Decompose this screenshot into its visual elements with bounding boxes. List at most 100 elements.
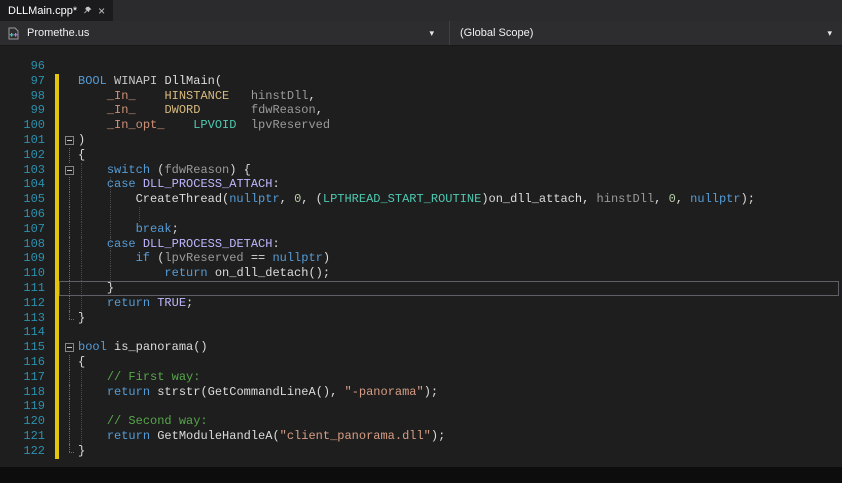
line-number[interactable]: 104 xyxy=(0,177,45,192)
code-line[interactable]: 117 // First way: xyxy=(0,369,842,385)
line-number[interactable]: 103 xyxy=(0,163,45,178)
code-token: ); xyxy=(423,384,439,399)
line-number[interactable]: 97 xyxy=(0,74,45,89)
code-token: , ( xyxy=(301,192,323,207)
line-number[interactable]: 108 xyxy=(0,237,45,252)
code-line[interactable]: 121 return GetModuleHandleA("client_pano… xyxy=(0,428,842,444)
fold-margin[interactable] xyxy=(61,163,78,178)
code-token: nullptr xyxy=(690,192,741,207)
code-text: return on_dll_detach(); xyxy=(78,266,842,281)
line-number[interactable]: 112 xyxy=(0,296,45,311)
fold-margin xyxy=(61,59,78,74)
code-line[interactable]: 96 xyxy=(0,59,842,74)
pin-icon[interactable] xyxy=(83,6,92,15)
line-number[interactable]: 105 xyxy=(0,192,45,207)
code-line[interactable]: 101) xyxy=(0,132,842,148)
line-number[interactable]: 111 xyxy=(0,281,45,296)
code-token: fdwReason xyxy=(164,162,230,177)
navigation-bar: Promethe.us ▾ (Global Scope) ▾ xyxy=(0,21,842,46)
code-line[interactable]: 106 xyxy=(0,206,842,222)
code-line[interactable]: 111 } xyxy=(0,280,842,296)
fold-margin[interactable] xyxy=(61,340,78,355)
line-number[interactable]: 119 xyxy=(0,399,45,414)
line-number[interactable]: 118 xyxy=(0,385,45,400)
line-number[interactable]: 99 xyxy=(0,103,45,118)
change-indicator xyxy=(55,132,59,148)
scope-dropdown[interactable]: (Global Scope) ▾ xyxy=(450,21,842,45)
horizontal-scrollbar[interactable] xyxy=(0,467,842,483)
code-text: if (lpvReserved == nullptr) xyxy=(78,251,842,267)
fold-margin xyxy=(61,192,78,207)
fold-margin xyxy=(61,236,78,252)
code-line[interactable]: 109 if (lpvReserved == nullptr) xyxy=(0,251,842,267)
line-number[interactable]: 110 xyxy=(0,266,45,281)
code-line[interactable]: 113} xyxy=(0,310,842,326)
code-line[interactable]: 115 bool is_panorama() xyxy=(0,340,842,355)
line-number[interactable]: 122 xyxy=(0,444,45,459)
code-line[interactable]: 97 BOOL WINAPI DllMain( xyxy=(0,73,842,89)
code-line[interactable]: 118 return strstr(GetCommandLineA(), "-p… xyxy=(0,384,842,400)
fold-collapse-icon[interactable] xyxy=(65,135,74,145)
change-indicator xyxy=(55,384,59,400)
code-line[interactable]: 98 _In_ HINSTANCE hinstDll, xyxy=(0,88,842,104)
code-editor[interactable]: 96 97 BOOL WINAPI DllMain(98 _In_ HINSTANC… xyxy=(0,46,842,467)
line-number[interactable]: 120 xyxy=(0,414,45,429)
change-indicator xyxy=(55,443,59,459)
change-indicator xyxy=(55,325,59,341)
code-text: break; xyxy=(78,221,842,237)
code-line[interactable]: 108 case DLL_PROCESS_DETACH: xyxy=(0,236,842,252)
code-line[interactable]: 114 xyxy=(0,325,842,341)
line-number[interactable]: 96 xyxy=(0,59,45,74)
code-line[interactable]: 102 { xyxy=(0,147,842,163)
line-number[interactable]: 106 xyxy=(0,207,45,222)
code-line[interactable]: 103 switch (fdwReason) { xyxy=(0,162,842,178)
indent-guide xyxy=(138,206,140,222)
code-token: nullptr xyxy=(229,192,280,207)
code-line[interactable]: 119 xyxy=(0,399,842,415)
line-number[interactable]: 117 xyxy=(0,370,45,385)
project-dropdown[interactable]: Promethe.us ▾ xyxy=(0,21,450,45)
line-number[interactable]: 115 xyxy=(0,340,45,355)
line-number[interactable]: 114 xyxy=(0,325,45,340)
code-line[interactable]: 100 _In_opt_ LPVOID lpvReserved xyxy=(0,118,842,133)
change-indicator xyxy=(55,147,59,163)
line-number[interactable]: 121 xyxy=(0,429,45,444)
code-line[interactable]: 107 break; xyxy=(0,221,842,237)
tab-dllmain-cpp[interactable]: DLLMain.cpp* × xyxy=(0,0,114,21)
code-line[interactable]: 105 CreateThread(nullptr, 0, (LPTHREAD_S… xyxy=(0,192,842,207)
line-number[interactable]: 107 xyxy=(0,222,45,237)
code-line[interactable]: 120 // Second way: xyxy=(0,414,842,429)
code-token: nullptr xyxy=(272,251,323,266)
line-number[interactable]: 100 xyxy=(0,118,45,133)
line-number[interactable]: 113 xyxy=(0,311,45,326)
code-line[interactable]: 112 return TRUE; xyxy=(0,295,842,311)
line-number[interactable]: 101 xyxy=(0,133,45,148)
code-line[interactable]: 99 _In_ DWORD fdwReason, xyxy=(0,103,842,119)
code-line[interactable]: 122} xyxy=(0,443,842,459)
code-text: { xyxy=(78,148,842,163)
line-number[interactable]: 116 xyxy=(0,355,45,370)
line-number[interactable]: 102 xyxy=(0,148,45,163)
fold-margin[interactable] xyxy=(61,133,78,148)
fold-collapse-icon[interactable] xyxy=(65,343,74,353)
line-number[interactable]: 109 xyxy=(0,251,45,266)
code-line[interactable]: 104 case DLL_PROCESS_ATTACH: xyxy=(0,177,842,193)
close-icon[interactable]: × xyxy=(98,5,105,17)
change-indicator xyxy=(55,162,59,178)
indent-guide xyxy=(109,206,111,222)
fold-collapse-icon[interactable] xyxy=(65,165,74,175)
code-text: CreateThread(nullptr, 0, (LPTHREAD_START… xyxy=(78,192,842,207)
line-number[interactable]: 98 xyxy=(0,89,45,104)
code-line[interactable]: 110 return on_dll_detach(); xyxy=(0,266,842,281)
code-token: is_panorama xyxy=(114,340,194,355)
code-line[interactable]: 116 { xyxy=(0,354,842,370)
code-token: DLL_PROCESS_ATTACH xyxy=(142,177,273,192)
